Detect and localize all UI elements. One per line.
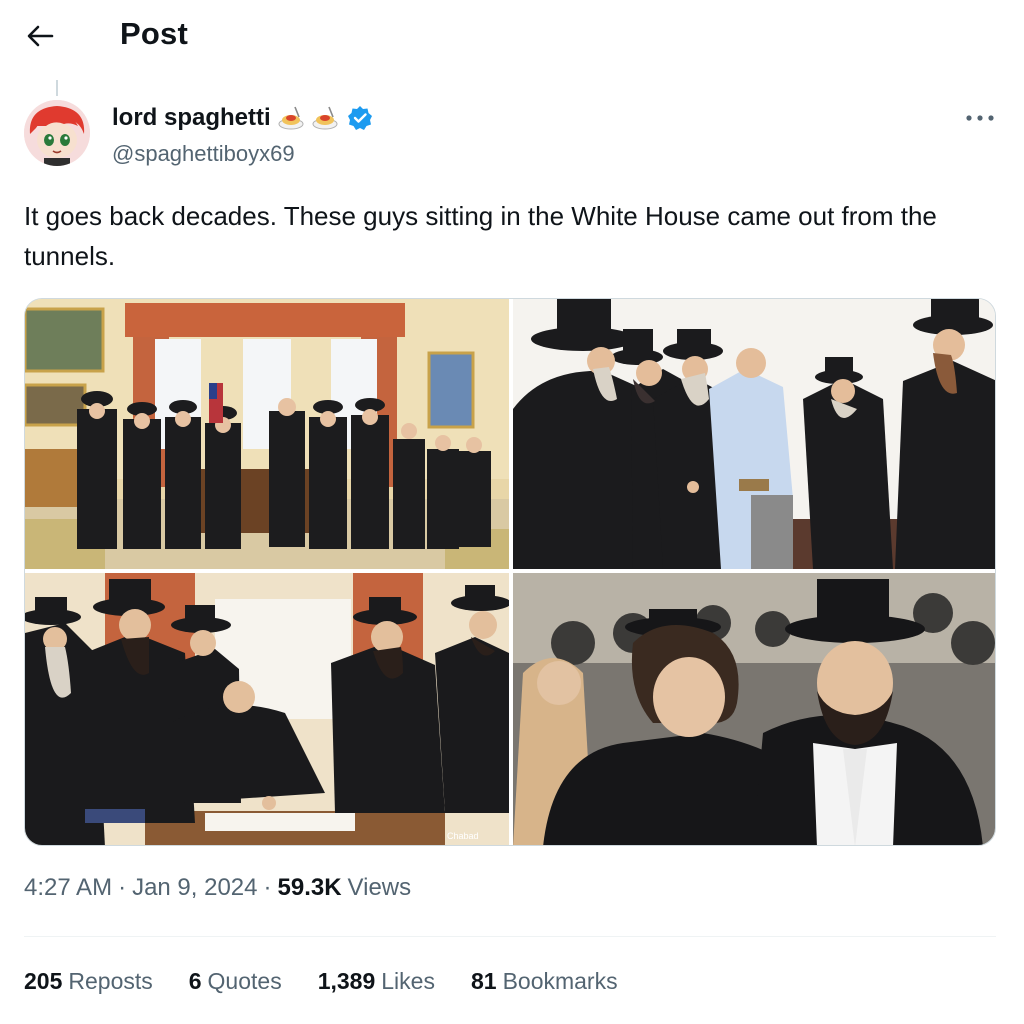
crowd-photo bbox=[513, 573, 995, 845]
thread-connector bbox=[56, 80, 58, 96]
post-time[interactable]: 4:27 AM bbox=[24, 874, 112, 902]
quotes-label: Quotes bbox=[207, 968, 282, 994]
engagement-stats: 205 Reposts 6 Quotes 1,389 Likes 81 Book… bbox=[24, 968, 618, 995]
meta-separator: · bbox=[118, 874, 127, 901]
divider bbox=[24, 936, 996, 937]
oval-office-photo bbox=[25, 299, 509, 569]
author-handle[interactable]: @spaghettiboyx69 bbox=[112, 141, 295, 167]
bookmarks-label: Bookmarks bbox=[502, 968, 618, 994]
avatar-image bbox=[24, 100, 90, 166]
author-display-name[interactable]: lord spaghetti bbox=[112, 104, 271, 132]
media-photo-2[interactable] bbox=[513, 299, 995, 569]
more-horizontal-icon bbox=[966, 115, 994, 121]
likes-label: Likes bbox=[381, 968, 435, 994]
media-grid: Chabad bbox=[24, 298, 996, 846]
views-label: Views bbox=[347, 874, 412, 901]
quotes-count: 6 bbox=[188, 968, 202, 994]
likes-stat[interactable]: 1,389 Likes bbox=[318, 968, 435, 995]
reposts-count: 205 bbox=[24, 968, 63, 994]
spaghetti-emoji-icon bbox=[277, 105, 305, 131]
bookmarks-stat[interactable]: 81 Bookmarks bbox=[471, 968, 618, 995]
quotes-stat[interactable]: 6 Quotes bbox=[189, 968, 282, 995]
bookmarks-count: 81 bbox=[470, 968, 497, 994]
media-photo-1[interactable] bbox=[25, 299, 509, 569]
signing-photo: Chabad bbox=[25, 573, 509, 845]
views-count: 59.3K bbox=[277, 874, 342, 901]
handshake-photo bbox=[513, 299, 995, 569]
reposts-label: Reposts bbox=[68, 968, 153, 994]
post-header: Post bbox=[0, 0, 1024, 72]
reposts-stat[interactable]: 205 Reposts bbox=[24, 968, 153, 995]
media-photo-3[interactable]: Chabad bbox=[25, 573, 509, 845]
avatar[interactable] bbox=[24, 100, 90, 166]
likes-count: 1,389 bbox=[317, 968, 376, 994]
verified-badge-icon[interactable] bbox=[347, 105, 373, 131]
back-button[interactable] bbox=[20, 18, 60, 54]
post-date[interactable]: Jan 9, 2024 bbox=[132, 874, 257, 902]
arrow-left-icon bbox=[27, 25, 54, 47]
author-name-row: lord spaghetti bbox=[112, 104, 373, 132]
post-text: It goes back decades. These guys sitting… bbox=[24, 201, 937, 271]
spaghetti-emoji-icon bbox=[311, 105, 339, 131]
page-title: Post bbox=[120, 16, 188, 51]
media-photo-4[interactable] bbox=[513, 573, 995, 845]
chabad-watermark: Chabad bbox=[447, 831, 479, 841]
meta-separator: · bbox=[263, 874, 272, 901]
post-meta: 4:27 AM · Jan 9, 2024 · 59.3K Views bbox=[24, 874, 411, 902]
more-options-button[interactable] bbox=[962, 104, 998, 132]
